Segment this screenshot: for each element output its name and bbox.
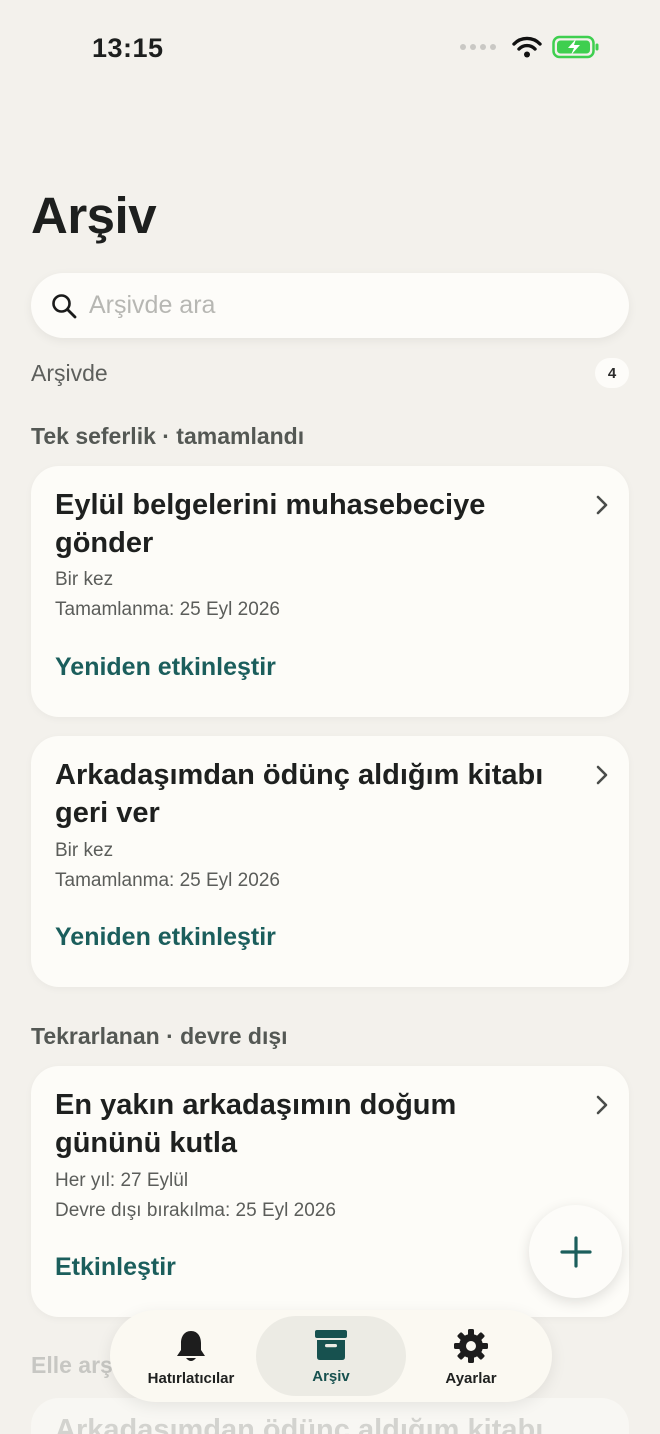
tab-bar: Hatırlatıcılar Arşiv Ayarlar (110, 1310, 552, 1402)
tab-label: Arşiv (312, 1368, 350, 1385)
reminder-card[interactable]: Eylül belgelerini muhasebeciye gönder Bi… (31, 466, 629, 717)
card-frequency: Bir kez (55, 840, 114, 861)
archive-count-label: Arşivde (31, 359, 108, 386)
card-title: Eylül belgelerini muhasebeciye gönder (55, 489, 486, 559)
wifi-icon (512, 36, 542, 58)
tab-reminders[interactable]: Hatırlatıcılar (116, 1316, 266, 1396)
reactivate-button[interactable]: Yeniden etkinleştir (55, 923, 276, 952)
plus-icon (559, 1235, 592, 1268)
add-reminder-button[interactable] (529, 1205, 622, 1298)
card-completed-date: Tamamlanma: 25 Eyl 2026 (55, 870, 280, 891)
reminder-card[interactable]: Arkadaşımdan ödünç aldığım kitabı (31, 1398, 629, 1434)
card-disabled-date: Devre dışı bırakılma: 25 Eyl 2026 (55, 1200, 336, 1221)
bell-icon (177, 1331, 205, 1361)
tab-label: Ayarlar (445, 1370, 497, 1387)
search-input[interactable] (89, 291, 569, 320)
battery-charging-icon (552, 35, 599, 59)
gear-icon (454, 1329, 488, 1363)
tab-label: Hatırlatıcılar (147, 1370, 235, 1387)
card-title: Arkadaşımdan ödünç aldığım kitabı (55, 1414, 544, 1434)
tab-archive[interactable]: Arşiv (256, 1316, 406, 1396)
status-time: 13:15 (92, 33, 164, 63)
card-completed-date: Tamamlanma: 25 Eyl 2026 (55, 599, 280, 620)
status-icons (460, 35, 600, 59)
section-header-recurring: Tekrarlanan · devre dışı (31, 1023, 288, 1049)
card-frequency: Her yıl: 27 Eylül (55, 1170, 189, 1191)
archive-summary: Arşivde 4 (31, 358, 629, 388)
card-title: Arkadaşımdan ödünç aldığım kitabı geri v… (55, 759, 544, 829)
card-title: En yakın arkadaşımın doğum gününü kutla (55, 1089, 457, 1159)
archive-box-icon (315, 1330, 347, 1360)
archive-screen: 13:15 Arşiv Arşivde 4 Tek seferlik · tam… (0, 0, 660, 1434)
reactivate-button[interactable]: Yeniden etkinleştir (55, 653, 276, 682)
chevron-right-icon (596, 1095, 608, 1115)
page-title: Arşiv (31, 187, 157, 244)
tab-settings[interactable]: Ayarlar (396, 1316, 546, 1396)
search-icon (52, 293, 77, 318)
search-bar[interactable] (31, 273, 629, 338)
reminder-card[interactable]: Arkadaşımdan ödünç aldığım kitabı geri v… (31, 736, 629, 987)
section-header-one-time: Tek seferlik · tamamlandı (31, 423, 305, 449)
activate-button[interactable]: Etkinleştir (55, 1253, 176, 1282)
archive-count-badge: 4 (595, 358, 629, 388)
chevron-right-icon (596, 765, 608, 785)
cellular-signal-icon (460, 44, 496, 50)
card-frequency: Bir kez (55, 569, 114, 590)
chevron-right-icon (596, 495, 608, 515)
